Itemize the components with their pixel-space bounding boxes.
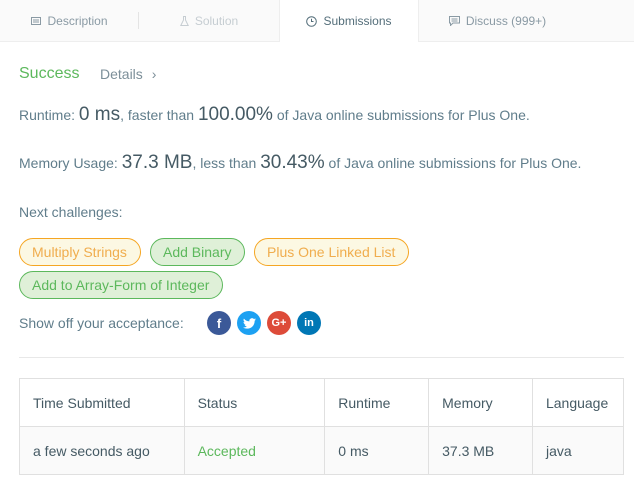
table-row: a few seconds ago Accepted 0 ms 37.3 MB …: [19, 426, 625, 475]
column-header: Memory: [428, 378, 533, 427]
runtime-cell: 0 ms: [324, 426, 430, 475]
flask-icon: [179, 15, 189, 26]
column-header: Runtime: [324, 378, 430, 427]
details-link[interactable]: Details ›: [100, 66, 156, 82]
comment-icon: [448, 15, 460, 26]
runtime-label: Runtime:: [19, 107, 76, 123]
twitter-icon[interactable]: [237, 311, 261, 335]
clock-icon: [306, 15, 318, 27]
memory-suffix: of Java online submissions for Plus One.: [328, 155, 582, 171]
language-cell: java: [531, 426, 625, 475]
memory-stat: Memory Usage: 37.3 MB, less than 30.43% …: [19, 152, 581, 174]
chevron-right-icon: ›: [151, 66, 157, 82]
runtime-value: 0 ms: [78, 104, 121, 125]
column-header: Status: [183, 378, 326, 427]
runtime-suffix: of Java online submissions for Plus One.: [276, 107, 530, 123]
challenge-chip[interactable]: Plus One Linked List: [254, 238, 409, 266]
tab-description-label: Description: [47, 13, 108, 28]
tab-description[interactable]: Description: [0, 0, 139, 41]
column-header: Language: [531, 378, 625, 427]
challenge-chip[interactable]: Add to Array-Form of Integer: [19, 271, 223, 299]
description-icon: [31, 16, 42, 25]
runtime-stat: Runtime: 0 ms, faster than 100.00% of Ja…: [19, 104, 530, 126]
tab-discuss[interactable]: Discuss (999+): [419, 0, 576, 41]
result-status: Success: [19, 65, 80, 82]
runtime-percent: 100.00%: [197, 104, 273, 125]
details-label: Details: [100, 66, 143, 82]
challenge-chip[interactable]: Add Binary: [150, 238, 245, 266]
divider: [19, 357, 624, 358]
facebook-icon[interactable]: f: [207, 311, 231, 335]
google-plus-icon[interactable]: G+: [267, 311, 291, 335]
linkedin-icon[interactable]: in: [297, 311, 321, 335]
challenge-chip[interactable]: Multiply Strings: [19, 238, 141, 266]
runtime-comparison: , faster than: [120, 107, 195, 123]
memory-label: Memory Usage:: [19, 155, 118, 171]
column-header: Time Submitted: [19, 378, 185, 427]
next-challenges-label: Next challenges:: [19, 204, 123, 220]
table-header-row: Time Submitted Status Runtime Memory Lan…: [19, 378, 625, 427]
time-submitted-cell: a few seconds ago: [19, 426, 185, 475]
submissions-table: Time Submitted Status Runtime Memory Lan…: [19, 378, 625, 475]
tab-submissions-label: Submissions: [323, 14, 392, 28]
memory-value: 37.3 MB: [121, 152, 193, 173]
memory-comparison: , less than: [192, 155, 257, 171]
status-link[interactable]: Accepted: [183, 426, 326, 475]
memory-cell: 37.3 MB: [428, 426, 533, 475]
memory-percent: 30.43%: [260, 152, 325, 173]
tab-solution-label: Solution: [194, 13, 239, 28]
tab-bar: Description Solution Submissions Discuss…: [0, 0, 634, 42]
tab-solution[interactable]: Solution: [139, 0, 279, 41]
tab-discuss-label: Discuss (999+): [465, 13, 547, 28]
share-label: Show off your acceptance:: [19, 315, 184, 331]
tab-submissions[interactable]: Submissions: [279, 0, 419, 42]
